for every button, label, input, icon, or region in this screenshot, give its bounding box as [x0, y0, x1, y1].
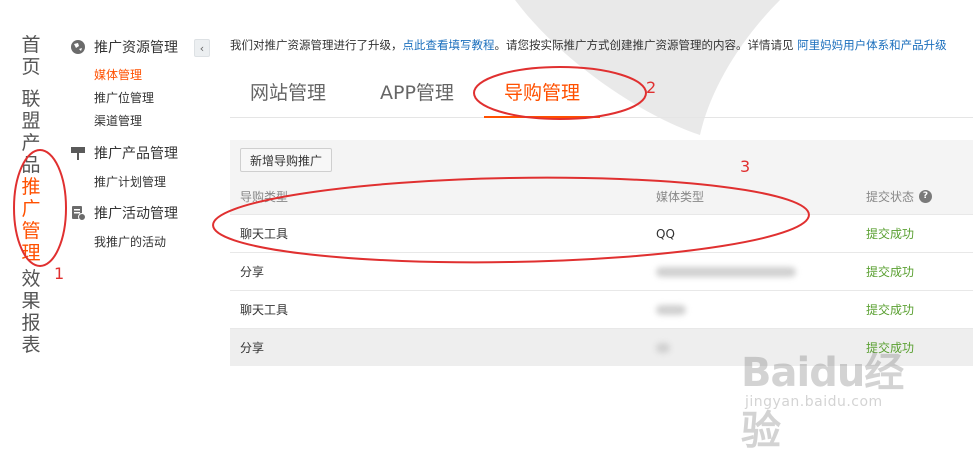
tab-app[interactable]: APP管理: [380, 78, 454, 118]
sidebar-group-title: 推广产品管理: [94, 146, 178, 162]
pin-icon: [70, 145, 86, 161]
question-circle-icon[interactable]: ?: [919, 189, 933, 203]
annotation-number-1: 1: [54, 264, 65, 283]
sidebar-item-my-activities[interactable]: 我推广的活动: [94, 233, 166, 250]
nav-item-products[interactable]: 联盟产品: [16, 88, 46, 176]
row-media-type-redacted: [656, 253, 796, 290]
header-status-label: 提交状态: [866, 189, 915, 204]
annotation-number-2: 2: [646, 78, 657, 97]
tab-label: 导购管理: [504, 82, 581, 104]
sidebar-group-title: 推广资源管理: [94, 40, 178, 56]
upgrade-notice: 我们对推广资源管理进行了升级，点此查看填写教程。请您按实际推广方式创建推广资源管…: [230, 37, 973, 53]
header-guide-type: 导购类型: [240, 189, 289, 204]
watermark-url: jingyan.baidu.com: [745, 394, 883, 410]
row-guide-type: 分享: [240, 265, 265, 279]
redacted-block: [656, 266, 796, 277]
row-guide-type: 聊天工具: [240, 227, 289, 241]
tab-shopping-guide[interactable]: 导购管理: [484, 78, 601, 118]
row-guide-type: 聊天工具: [240, 303, 289, 317]
baidu-watermark: Baidu经验 jingyan.baidu.com: [741, 340, 921, 454]
sidebar-item-adzone[interactable]: 推广位管理: [94, 89, 154, 106]
table-row[interactable]: 分享 提交成功: [230, 252, 973, 290]
tab-bar: 网站管理 APP管理 导购管理: [230, 70, 973, 118]
activity-icon: [70, 205, 86, 221]
annotation-number-3: 3: [740, 157, 751, 176]
chevron-left-icon: ‹: [199, 41, 205, 55]
row-status: 提交成功: [866, 265, 915, 279]
table-header: 导购类型 媒体类型 提交状态 ?: [230, 178, 973, 214]
header-media-type: 媒体类型: [656, 189, 705, 204]
row-status: 提交成功: [866, 303, 915, 317]
row-guide-type: 分享: [240, 341, 265, 355]
tab-website[interactable]: 网站管理: [250, 78, 326, 118]
content-panel: 新增导购推广 导购类型 媒体类型 提交状态 ? 聊天工具 QQ 提交成功 分享 …: [230, 140, 973, 366]
nav-item-home[interactable]: 首页: [16, 34, 46, 78]
row-status: 提交成功: [866, 227, 915, 241]
nav-item-reports[interactable]: 效果报表: [16, 268, 46, 356]
sidebar-item-plans[interactable]: 推广计划管理: [94, 173, 166, 190]
guide-table: 导购类型 媒体类型 提交状态 ? 聊天工具 QQ 提交成功 分享 提交成功 聊天…: [230, 178, 973, 366]
notice-text: 。请您按实际推广方式创建推广资源管理的内容。详情请见: [494, 38, 794, 52]
sidebar-group-activities[interactable]: 推广活动管理: [70, 203, 178, 223]
row-media-type-redacted: [656, 329, 670, 366]
redacted-block: [656, 304, 686, 315]
tutorial-link[interactable]: 点此查看填写教程: [403, 38, 495, 52]
main-nav: 首页 联盟产品 推广管理 效果报表: [0, 0, 62, 455]
sidebar-group-title: 推广活动管理: [94, 206, 178, 222]
table-row[interactable]: 聊天工具 QQ 提交成功: [230, 214, 973, 252]
sidebar-item-media[interactable]: 媒体管理: [94, 66, 142, 83]
sub-sidebar: 推广资源管理 媒体管理 推广位管理 渠道管理 推广产品管理 推广计划管理 推广活…: [62, 0, 212, 455]
row-media-type-redacted: [656, 291, 686, 328]
globe-icon: [70, 39, 86, 55]
row-media-type: QQ: [656, 226, 675, 241]
redacted-block: [656, 342, 670, 353]
sidebar-group-resources[interactable]: 推广资源管理: [70, 37, 178, 57]
sidebar-group-products[interactable]: 推广产品管理: [70, 143, 178, 163]
sidebar-collapse-button[interactable]: ‹: [194, 39, 210, 57]
sidebar-item-channel[interactable]: 渠道管理: [94, 112, 142, 129]
table-row[interactable]: 聊天工具 提交成功: [230, 290, 973, 328]
nav-item-promotion[interactable]: 推广管理: [16, 176, 46, 264]
header-status: 提交状态 ?: [866, 178, 933, 214]
notice-text: 我们对推广资源管理进行了升级，: [230, 38, 403, 52]
upgrade-details-link[interactable]: 阿里妈妈用户体系和产品升级: [797, 38, 947, 52]
add-guide-promotion-button[interactable]: 新增导购推广: [240, 148, 333, 172]
